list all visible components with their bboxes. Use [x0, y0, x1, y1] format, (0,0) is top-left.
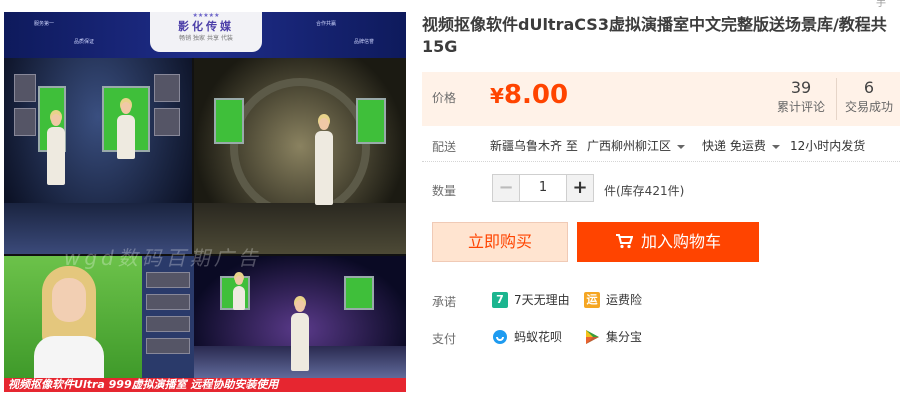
promise-7day-return[interactable]: 7 7天无理由 — [492, 291, 570, 308]
quantity-row: 数量 − 1 + 件(库存421件) — [422, 172, 900, 206]
payment-jifenbao-text: 集分宝 — [606, 330, 643, 344]
promise-label: 承诺 — [432, 295, 457, 309]
image-banner: 服务第一 品质保证 合作共赢 品牌信誉 ★★★★★ 影化传媒 畅销 独家 共享 … — [4, 12, 406, 58]
payment-row: 支付 蚂蚁花呗 集分宝 — [422, 326, 900, 350]
quantity-label: 数量 — [432, 184, 457, 198]
quantity-input[interactable]: 1 — [519, 175, 567, 201]
reviews-count: 39 — [790, 78, 812, 97]
price-box: 价格 ¥8.00 39 累计评论 6 交易成功 — [422, 72, 900, 126]
sales-label: 交易成功 — [844, 100, 893, 114]
reviews-stat[interactable]: 39 累计评论 — [766, 78, 836, 116]
payment-huabei-text: 蚂蚁花呗 — [514, 330, 563, 344]
studio-scene-2 — [194, 58, 406, 254]
buy-now-button[interactable]: 立即购买 — [432, 222, 568, 262]
price-value: ¥8.00 — [490, 80, 568, 110]
decrease-button[interactable]: − — [493, 175, 519, 201]
image-watermark: wgd数码百期广告 — [64, 246, 262, 270]
delivery-label: 配送 — [432, 140, 457, 154]
software-ui-preview — [142, 256, 194, 378]
banner-text-left-1: 服务第一 — [34, 21, 55, 27]
brand-slogan: 畅销 独家 共享 代装 — [179, 35, 233, 42]
increase-button[interactable]: + — [567, 175, 593, 201]
chevron-down-icon — [771, 144, 780, 149]
price-amount: 8.00 — [503, 80, 569, 110]
studio-scene-1 — [4, 58, 192, 254]
payment-label: 支付 — [432, 332, 457, 346]
banner-text-left-2: 品质保证 — [74, 39, 95, 45]
greenscreen-scene — [4, 256, 142, 378]
product-title: 视频抠像软件dUltraCS3虚拟演播室中文完整版送场景库/教程共15G — [422, 15, 887, 56]
dispatch-time: 12小时内发货 — [790, 139, 866, 153]
currency-symbol: ¥ — [490, 84, 504, 108]
product-main-image[interactable]: 服务第一 品质保证 合作共赢 品牌信誉 ★★★★★ 影化传媒 畅销 独家 共享 … — [4, 12, 406, 392]
add-to-cart-label: 加入购物车 — [640, 232, 721, 251]
banner-text-right-1: 合作共赢 — [316, 21, 337, 27]
jifenbao-icon — [586, 329, 599, 344]
shipping-insurance-icon: 运 — [584, 291, 600, 308]
shipping-method-select[interactable]: 快递 免运费 — [702, 137, 780, 154]
cart-icon — [615, 234, 633, 249]
banner-text-right-2: 品牌信誉 — [354, 39, 375, 45]
promise-shipping-insurance[interactable]: 运运费险 — [584, 291, 642, 308]
brand-tag: ★★★★★ 影化传媒 畅销 独家 共享 代装 — [150, 12, 262, 52]
corner-text: 手 — [876, 0, 886, 9]
seven-day-return-icon: 7 — [492, 291, 508, 308]
brand-name: 影化传媒 — [178, 20, 234, 33]
payment-huabei[interactable]: 蚂蚁花呗 — [492, 328, 562, 345]
add-to-cart-button[interactable]: 加入购物车 — [577, 222, 759, 262]
image-caption: 视频抠像软件Ultra 999虚拟演播室 远程协助安装使用 — [4, 378, 406, 392]
promise-7day-text: 7天无理由 — [514, 293, 570, 307]
quantity-stepper: − 1 + — [492, 174, 594, 202]
delivery-row: 配送 新疆乌鲁木齐 至 广西柳州柳江区 快递 免运费 12小时内发货 — [422, 130, 900, 162]
stock-text: 件(库存421件) — [604, 184, 685, 198]
chevron-down-icon — [677, 144, 686, 149]
studio-scene-3 — [194, 256, 406, 378]
ship-to-select[interactable]: 广西柳州柳江区 — [587, 137, 686, 154]
shipping-method-text: 快递 免运费 — [702, 139, 766, 153]
promise-insurance-text: 运费险 — [606, 293, 643, 307]
brand-stars: ★★★★★ — [192, 12, 220, 19]
payment-jifenbao[interactable]: 集分宝 — [584, 328, 642, 345]
promise-row: 承诺 7 7天无理由 运运费险 — [422, 289, 900, 313]
sales-count: 6 — [863, 78, 875, 97]
ship-from: 新疆乌鲁木齐 至 — [490, 139, 578, 153]
huabei-icon — [493, 329, 507, 344]
reviews-label: 累计评论 — [776, 100, 825, 114]
price-label: 价格 — [432, 91, 457, 105]
ship-to-text: 广西柳州柳江区 — [587, 139, 672, 153]
sales-stat: 6 交易成功 — [834, 78, 901, 116]
